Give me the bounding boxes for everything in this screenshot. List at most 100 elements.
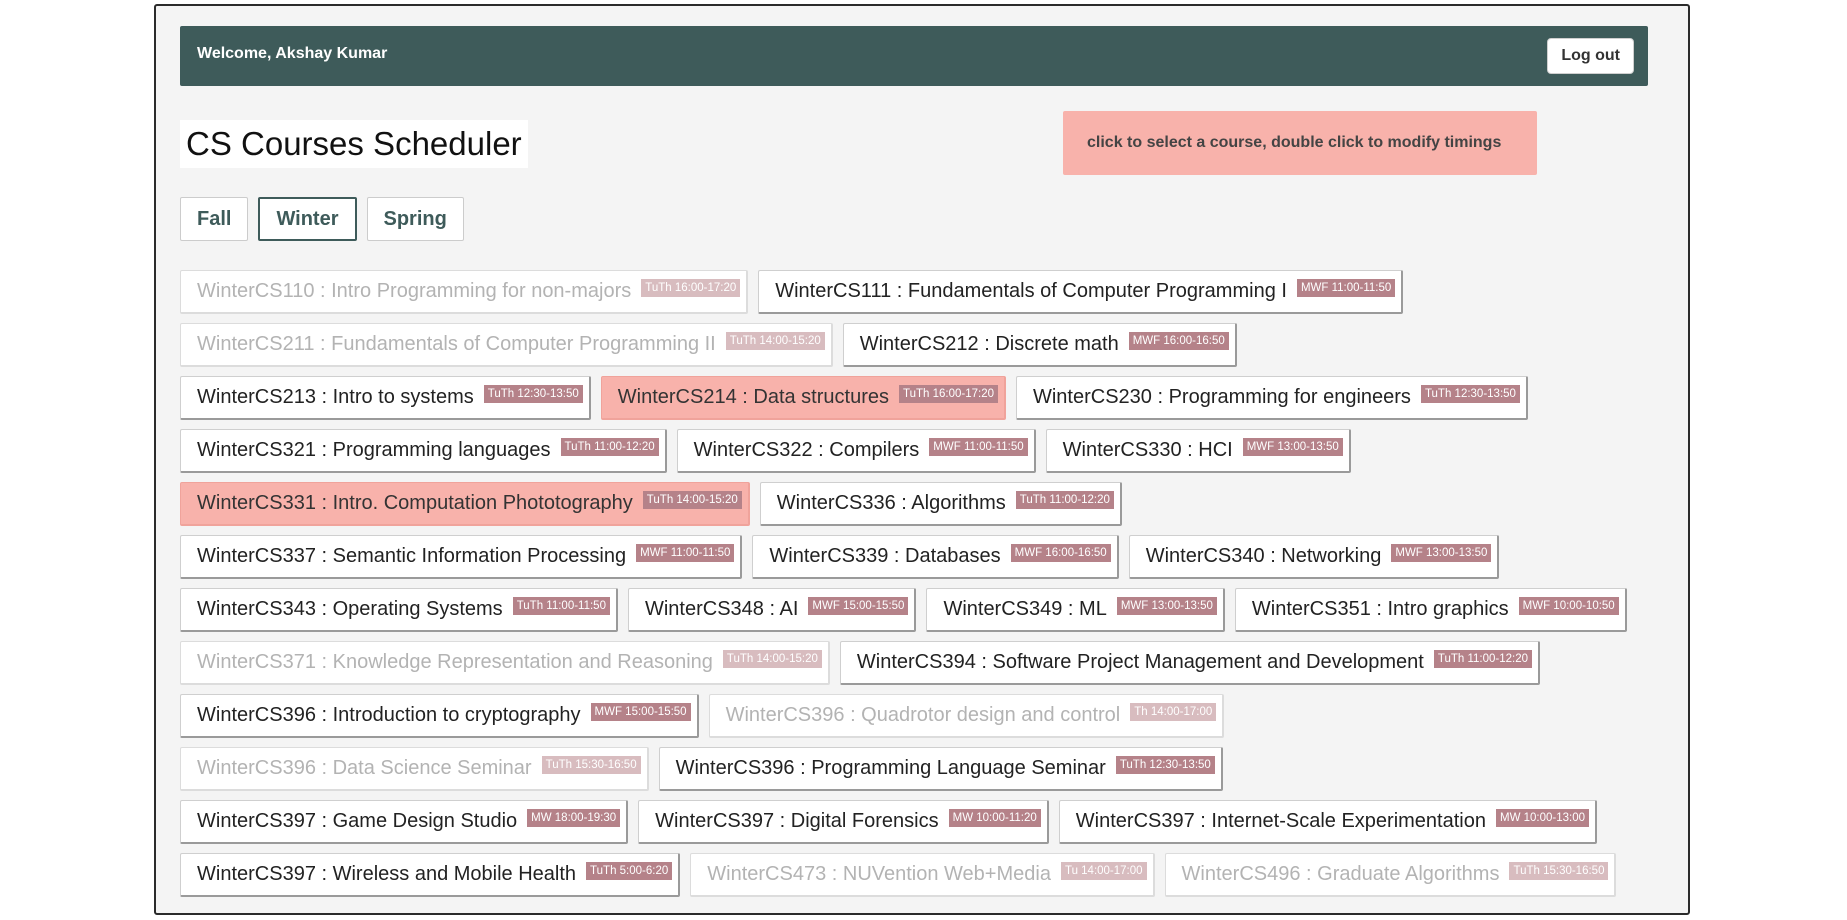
course-time-badge: MWF 11:00-11:50 <box>929 437 1028 456</box>
course-button[interactable]: WinterCS397 : Game Design Studio MW 18:00… <box>180 800 629 844</box>
course-name: WinterCS396 : Introduction to cryptograp… <box>197 704 581 726</box>
course-button[interactable]: WinterCS213 : Intro to systems TuTh 12:30… <box>180 376 591 420</box>
course-button[interactable]: WinterCS396 : Quadrotor design and contr… <box>708 694 1225 738</box>
course-button[interactable]: WinterCS343 : Operating Systems TuTh 11:0… <box>180 588 618 632</box>
course-list: WinterCS110 : Intro Programming for non-… <box>180 270 1650 897</box>
course-name: WinterCS211 : Fundamentals of Computer P… <box>197 333 716 355</box>
course-button[interactable]: WinterCS111 : Fundamentals of Computer P… <box>758 270 1404 314</box>
course-button[interactable]: WinterCS321 : Programming languages TuTh … <box>180 429 667 473</box>
course-time-badge: MWF 13:00-13:50 <box>1242 437 1343 456</box>
course-name: WinterCS111 : Fundamentals of Computer P… <box>775 280 1287 302</box>
course-name: WinterCS321 : Programming languages <box>197 439 551 461</box>
course-time-badge: TuTh 11:00-11:50 <box>512 596 610 615</box>
course-name: WinterCS396 : Quadrotor design and contr… <box>725 704 1121 726</box>
top-bar: Welcome, Akshay Kumar Log out <box>180 26 1648 86</box>
course-time-badge: TuTh 15:30-16:50 <box>1509 861 1609 880</box>
course-name: WinterCS396 : Programming Language Semin… <box>675 757 1106 779</box>
course-button[interactable]: WinterCS349 : ML MWF 13:00-13:50 <box>926 588 1225 632</box>
course-name: WinterCS371 : Knowledge Representation a… <box>197 651 713 673</box>
course-name: WinterCS230 : Programming for engineers <box>1032 386 1411 408</box>
course-time-badge: MW 10:00-11:20 <box>948 808 1041 827</box>
logout-button[interactable]: Log out <box>1547 38 1634 74</box>
course-time-badge: MWF 11:00-11:50 <box>1296 278 1396 297</box>
course-button[interactable]: WinterCS396 : Data Science Seminar TuTh 1… <box>180 747 649 791</box>
course-name: WinterCS213 : Intro to systems <box>197 386 474 408</box>
course-time-badge: Th 14:00-17:00 <box>1130 702 1217 721</box>
course-button[interactable]: WinterCS230 : Programming for engineers T… <box>1015 376 1528 420</box>
course-button[interactable]: WinterCS396 : Programming Language Semin… <box>658 747 1223 791</box>
course-button[interactable]: WinterCS330 : HCI MWF 13:00-13:50 <box>1045 429 1351 473</box>
course-button[interactable]: WinterCS396 : Introduction to cryptograp… <box>180 694 699 738</box>
course-button[interactable]: WinterCS397 : Wireless and Mobile Health… <box>180 853 681 897</box>
term-tabs: Fall Winter Spring <box>180 197 464 241</box>
course-button[interactable]: WinterCS214 : Data structures TuTh 16:00-… <box>600 376 1006 420</box>
course-time-badge: TuTh 15:30-16:50 <box>541 755 641 774</box>
course-time-badge: MWF 16:00-16:50 <box>1128 331 1229 350</box>
course-name: WinterCS330 : HCI <box>1062 439 1233 461</box>
course-time-badge: TuTh 16:00-17:20 <box>898 384 998 403</box>
course-button[interactable]: WinterCS496 : Graduate Algorithms TuTh 15… <box>1164 853 1617 897</box>
course-button[interactable]: WinterCS397 : Internet-Scale Experimenta… <box>1058 800 1597 844</box>
course-time-badge: MWF 13:00-13:50 <box>1116 596 1217 615</box>
course-name: WinterCS343 : Operating Systems <box>197 598 503 620</box>
course-time-badge: TuTh 5:00-6:20 <box>586 861 673 880</box>
instruction-banner: click to select a course, double click t… <box>1063 111 1537 175</box>
course-button[interactable]: WinterCS212 : Discrete math MWF 16:00-16:… <box>842 323 1237 367</box>
course-time-badge: MWF 10:00-10:50 <box>1518 596 1619 615</box>
course-name: WinterCS396 : Data Science Seminar <box>197 757 532 779</box>
course-name: WinterCS394 : Software Project Managemen… <box>856 651 1424 673</box>
course-name: WinterCS397 : Game Design Studio <box>197 810 518 832</box>
app-window: Welcome, Akshay Kumar Log out CS Courses… <box>154 4 1690 915</box>
course-button[interactable]: WinterCS336 : Algorithms TuTh 11:00-12:20 <box>759 482 1122 526</box>
course-time-badge: MWF 15:00-15:50 <box>590 702 691 721</box>
course-name: WinterCS110 : Intro Programming for non-… <box>197 280 632 302</box>
course-time-badge: TuTh 14:00-15:20 <box>642 490 742 509</box>
course-name: WinterCS496 : Graduate Algorithms <box>1181 863 1500 885</box>
course-button[interactable]: WinterCS211 : Fundamentals of Computer P… <box>180 323 833 367</box>
course-button[interactable]: WinterCS340 : Networking MWF 13:00-13:50 <box>1128 535 1500 579</box>
course-button[interactable]: WinterCS473 : NUVention Web+Media Tu 14:0… <box>690 853 1155 897</box>
course-time-badge: TuTh 12:30-13:50 <box>1115 755 1215 774</box>
course-button[interactable]: WinterCS322 : Compilers MWF 11:00-11:50 <box>676 429 1036 473</box>
course-time-badge: MW 18:00-19:30 <box>527 808 621 827</box>
course-name: WinterCS322 : Compilers <box>693 439 920 461</box>
course-name: WinterCS331 : Intro. Computation Phototo… <box>197 492 633 514</box>
course-time-badge: TuTh 16:00-17:20 <box>641 278 741 297</box>
course-time-badge: TuTh 12:30-13:50 <box>1420 384 1520 403</box>
course-name: WinterCS340 : Networking <box>1145 545 1382 567</box>
course-time-badge: TuTh 11:00-12:20 <box>560 437 659 456</box>
course-time-badge: MWF 16:00-16:50 <box>1010 543 1111 562</box>
course-name: WinterCS337 : Semantic Information Proce… <box>197 545 627 567</box>
course-name: WinterCS348 : AI <box>644 598 799 620</box>
course-name: WinterCS397 : Digital Forensics <box>655 810 939 832</box>
course-button[interactable]: WinterCS351 : Intro graphics MWF 10:00-10… <box>1234 588 1627 632</box>
course-name: WinterCS351 : Intro graphics <box>1251 598 1509 620</box>
course-name: WinterCS212 : Discrete math <box>859 333 1119 355</box>
course-time-badge: TuTh 11:00-12:20 <box>1015 490 1114 509</box>
course-name: WinterCS336 : Algorithms <box>776 492 1006 514</box>
course-name: WinterCS397 : Wireless and Mobile Health <box>197 863 577 885</box>
course-name: WinterCS397 : Internet-Scale Experimenta… <box>1075 810 1486 832</box>
course-button[interactable]: WinterCS337 : Semantic Information Proce… <box>180 535 743 579</box>
course-name: WinterCS214 : Data structures <box>617 386 889 408</box>
course-time-badge: TuTh 14:00-15:20 <box>722 649 822 668</box>
course-button[interactable]: WinterCS397 : Digital Forensics MW 10:00-… <box>638 800 1049 844</box>
course-time-badge: MWF 13:00-13:50 <box>1391 543 1492 562</box>
course-time-badge: TuTh 11:00-12:20 <box>1433 649 1532 668</box>
course-button[interactable]: WinterCS371 : Knowledge Representation a… <box>180 641 830 685</box>
course-button[interactable]: WinterCS348 : AI MWF 15:00-15:50 <box>627 588 917 632</box>
course-time-badge: TuTh 14:00-15:20 <box>725 331 825 350</box>
course-button[interactable]: WinterCS394 : Software Project Managemen… <box>839 641 1540 685</box>
page-title: CS Courses Scheduler <box>180 120 528 168</box>
tab-fall[interactable]: Fall <box>180 197 249 241</box>
course-time-badge: Tu 14:00-17:00 <box>1060 861 1147 880</box>
tab-winter[interactable]: Winter <box>258 197 357 241</box>
tab-spring[interactable]: Spring <box>366 197 464 241</box>
course-time-badge: MW 10:00-13:00 <box>1495 808 1589 827</box>
course-button[interactable]: WinterCS110 : Intro Programming for non-… <box>180 270 749 314</box>
course-button[interactable]: WinterCS331 : Intro. Computation Phototo… <box>180 482 750 526</box>
course-time-badge: MWF 11:00-11:50 <box>636 543 735 562</box>
course-time-badge: MWF 15:00-15:50 <box>808 596 909 615</box>
course-time-badge: TuTh 12:30-13:50 <box>483 384 583 403</box>
course-button[interactable]: WinterCS339 : Databases MWF 16:00-16:50 <box>752 535 1119 579</box>
